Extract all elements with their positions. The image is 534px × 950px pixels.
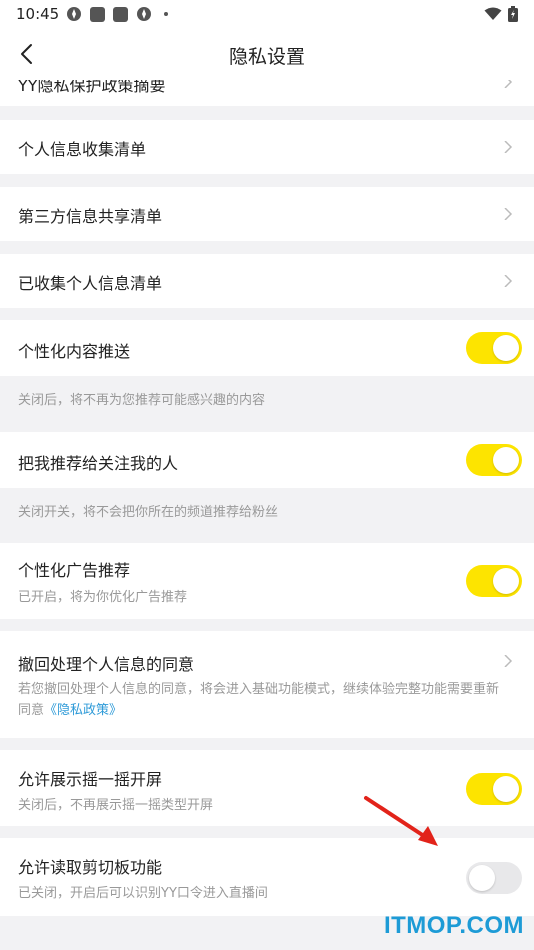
revoke-consent-description-line: 同意《隐私政策》 [18, 700, 518, 721]
personalized-content-note: 关闭后，将不再为您推荐可能感兴趣的内容 [18, 393, 266, 408]
chevron-right-icon [504, 141, 513, 153]
app-notification-icon [113, 6, 128, 22]
shake-screen-toggle[interactable] [466, 773, 522, 805]
third-party-share-row[interactable]: 第三方信息共享清单 [0, 187, 534, 241]
personalized-ads-status: 已开启，将为你优化广告推荐 [18, 590, 188, 605]
recommend-to-followers-note: 关闭开关，将不会把你所在的频道推荐给粉丝 [18, 505, 279, 520]
collect-list-row[interactable]: 个人信息收集清单 [0, 120, 534, 174]
page-title: 隐私设置 [228, 46, 305, 68]
more-notifications-dot [164, 12, 168, 16]
watermark: ITMOP.COM [383, 912, 524, 939]
personalized-ads-label: 个性化广告推荐 [18, 561, 131, 580]
revoke-consent-label: 撤回处理个人信息的同意 [18, 655, 195, 674]
chevron-right-icon [504, 208, 513, 220]
clipboard-status: 已关闭，开启后可以识别YY口令进入直播间 [18, 886, 268, 901]
shake-screen-status: 关闭后，不再展示摇一摇类型开屏 [18, 798, 214, 813]
personalized-ads-row: 个性化广告推荐 已开启，将为你优化广告推荐 [0, 543, 534, 619]
app-notification-icon [67, 7, 81, 21]
shake-screen-row: 允许展示摇一摇开屏 关闭后，不再展示摇一摇类型开屏 [0, 750, 534, 826]
nav-bar: 隐私设置 [0, 28, 534, 80]
recommend-to-followers-toggle[interactable] [466, 444, 522, 476]
revoke-consent-row[interactable]: 撤回处理个人信息的同意 若您撤回处理个人信息的同意，将会进入基础功能模式，继续体… [0, 631, 534, 738]
toggle-knob [493, 335, 519, 361]
revoke-consent-description: 若您撤回处理个人信息的同意，将会进入基础功能模式，继续体验完整功能需要重新 同意… [18, 679, 518, 721]
app-notification-icon [137, 7, 151, 21]
status-bar: 10:45 [0, 0, 534, 28]
clipboard-label: 允许读取剪切板功能 [18, 858, 163, 877]
third-party-share-label: 第三方信息共享清单 [18, 207, 163, 226]
chevron-right-icon [504, 655, 513, 667]
personalized-content-toggle[interactable] [466, 332, 522, 364]
personalized-ads-toggle[interactable] [466, 565, 522, 597]
chevron-right-icon [504, 80, 513, 88]
recommend-to-followers-row: 把我推荐给关注我的人 [0, 432, 534, 488]
battery-charging-icon [508, 6, 518, 22]
clipboard-row: 允许读取剪切板功能 已关闭，开启后可以识别YY口令进入直播间 [0, 838, 534, 916]
wifi-icon [484, 7, 502, 20]
personalized-content-label: 个性化内容推送 [18, 342, 131, 361]
toggle-knob [493, 776, 519, 802]
status-time: 10:45 [16, 5, 60, 23]
status-notification-icons [66, 6, 168, 22]
clipboard-toggle[interactable] [466, 862, 522, 894]
privacy-summary-row[interactable]: YY隐私保护政策摘要 [0, 80, 534, 106]
status-system-icons [484, 6, 518, 22]
app-notification-icon [90, 6, 105, 22]
toggle-knob [493, 568, 519, 594]
privacy-summary-label: YY隐私保护政策摘要 [18, 80, 166, 95]
chevron-right-icon [504, 275, 513, 287]
collected-info-label: 已收集个人信息清单 [18, 274, 163, 293]
collect-list-label: 个人信息收集清单 [18, 140, 147, 159]
toggle-knob [493, 447, 519, 473]
recommend-to-followers-label: 把我推荐给关注我的人 [18, 454, 179, 473]
revoke-consent-description-line: 若您撤回处理个人信息的同意，将会进入基础功能模式，继续体验完整功能需要重新 [18, 682, 500, 697]
collected-info-row[interactable]: 已收集个人信息清单 [0, 254, 534, 308]
shake-screen-label: 允许展示摇一摇开屏 [18, 770, 163, 789]
personalized-content-row: 个性化内容推送 [0, 320, 534, 376]
privacy-policy-link[interactable]: 《隐私政策》 [44, 703, 122, 718]
toggle-knob [469, 865, 495, 891]
revoke-consent-description-prefix: 同意 [18, 703, 45, 718]
